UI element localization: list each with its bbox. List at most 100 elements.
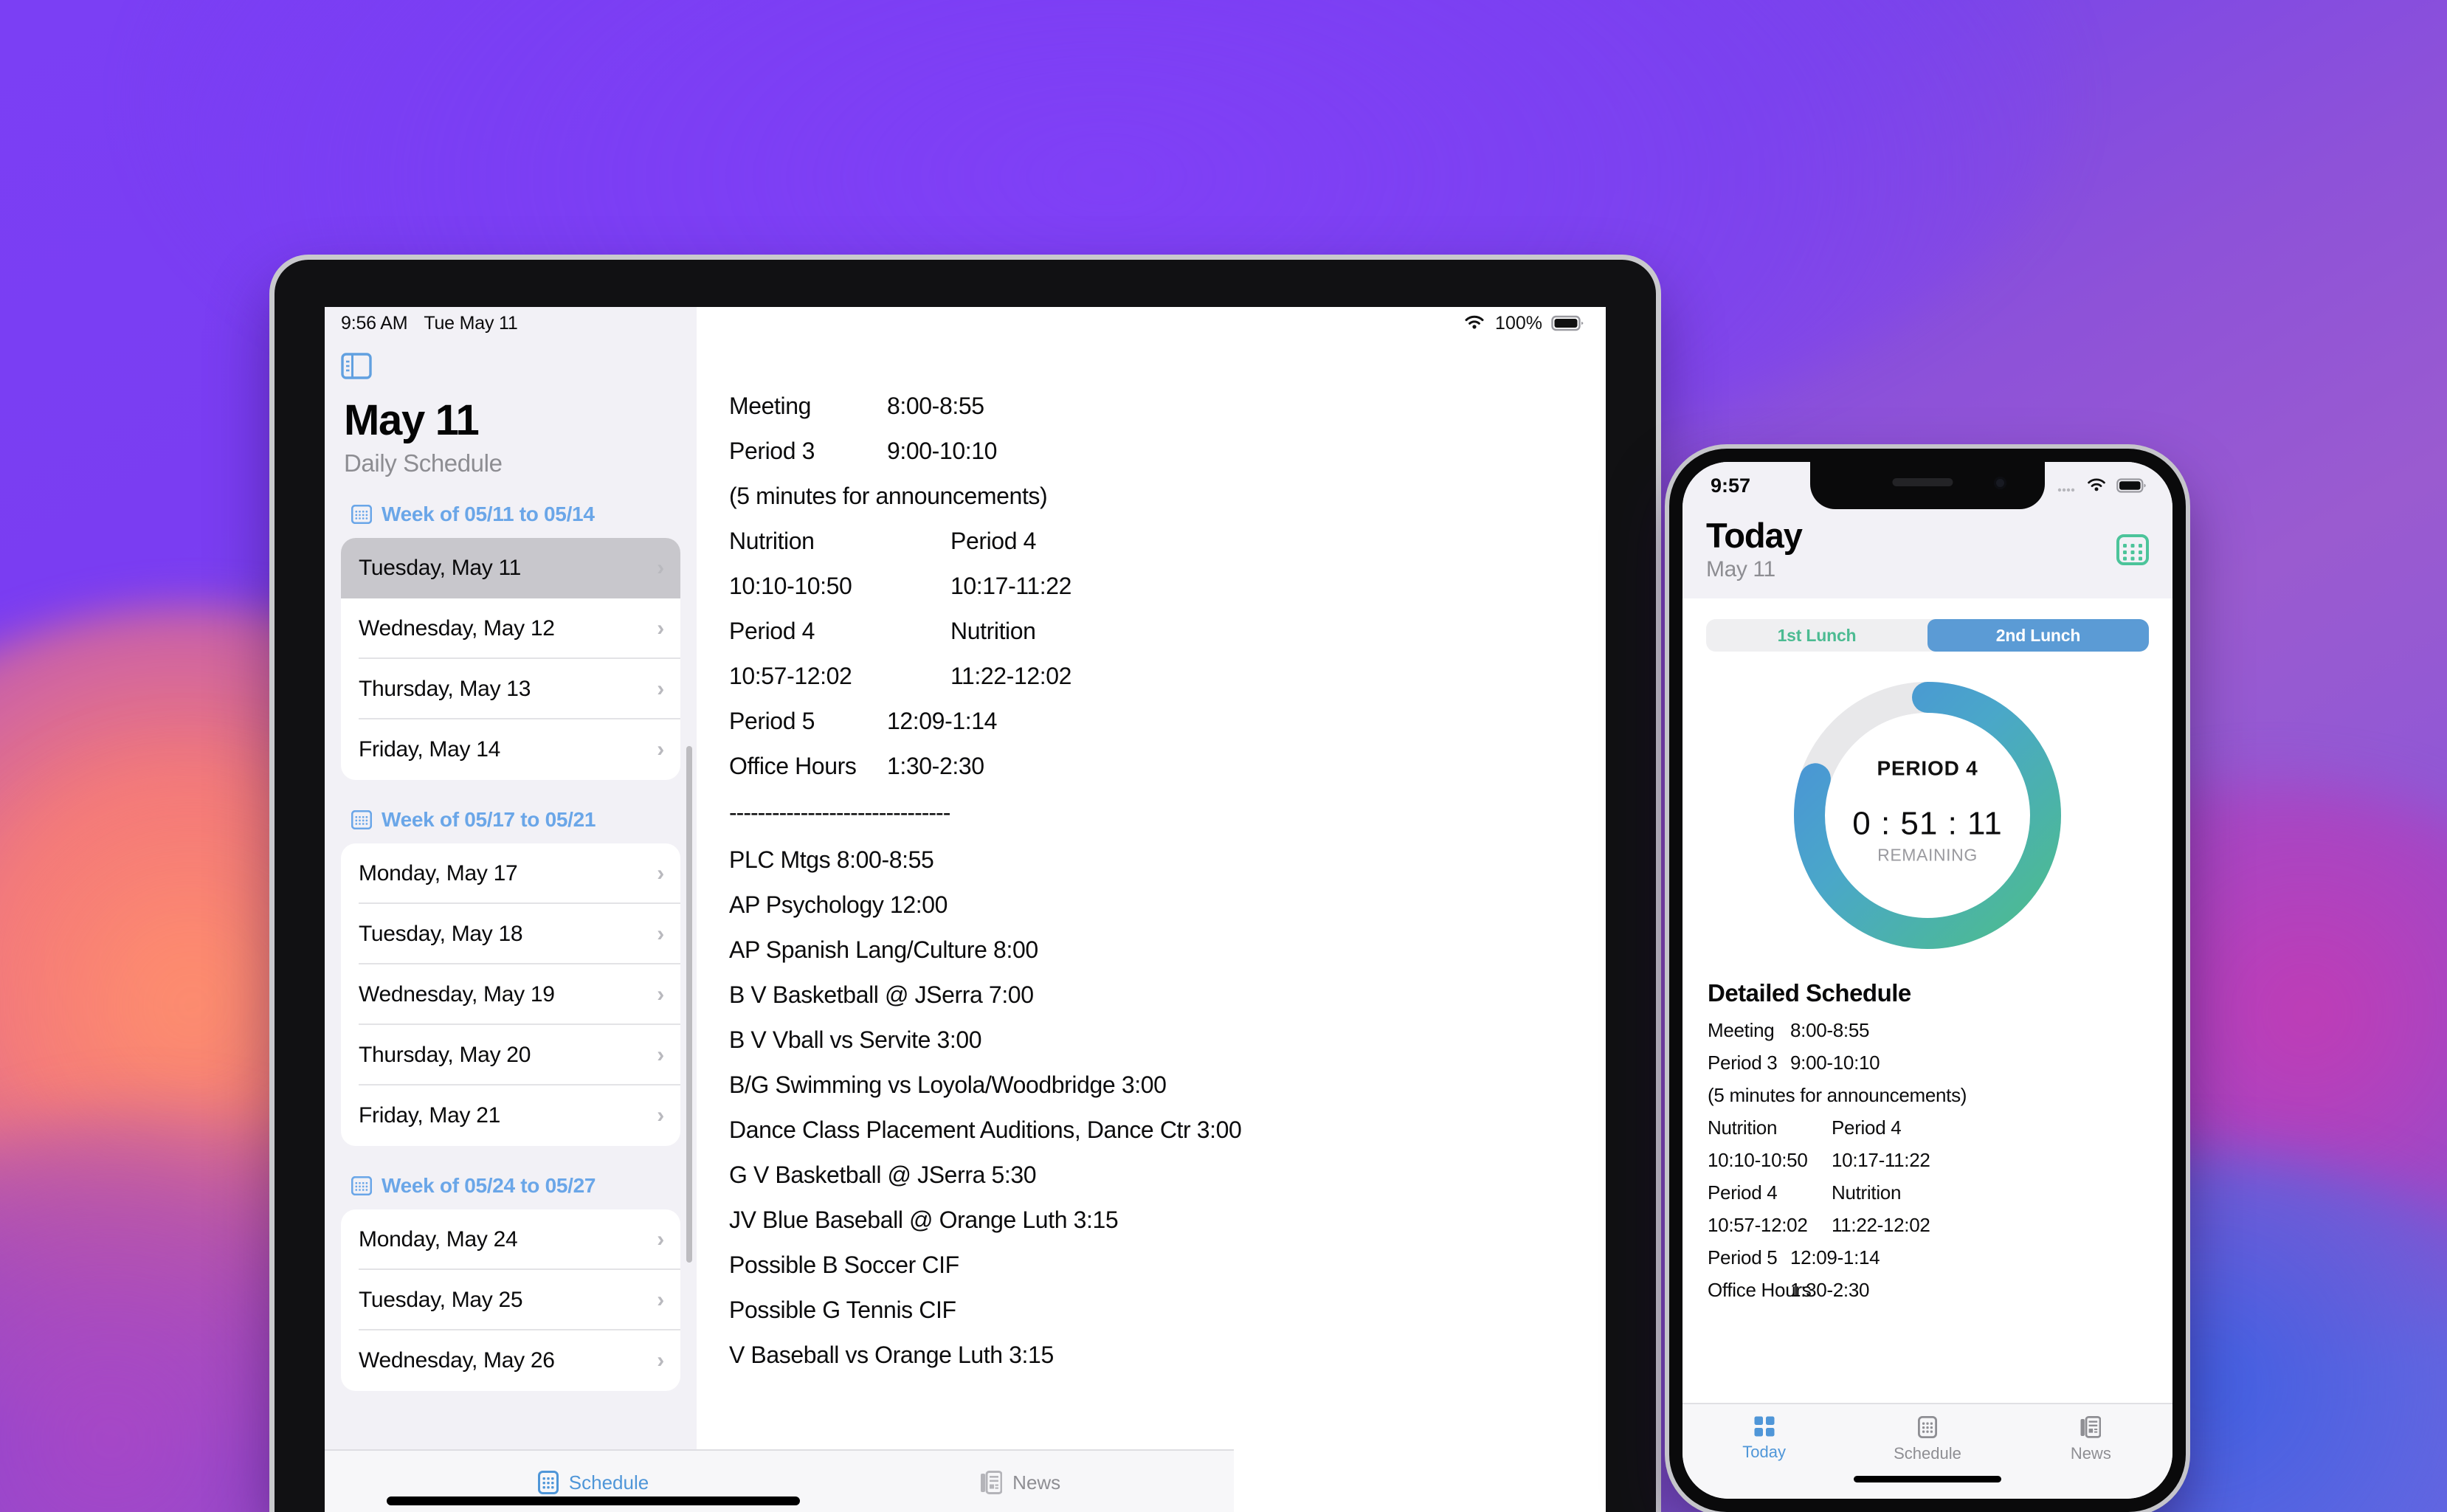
tab-news[interactable]: News [807, 1471, 1234, 1494]
iphone-tab-news-label: News [2070, 1444, 2111, 1463]
schedule-row: Meeting 8:00-8:55 [1708, 1021, 2147, 1040]
segment-1st-lunch[interactable]: 1st Lunch [1706, 619, 1927, 652]
schedule-row-right: 1:30-2:30 [887, 753, 984, 779]
event-line: JV Blue Baseball @ Orange Luth 3:15 [729, 1207, 1119, 1233]
schedule-row-right: Period 4 [1832, 1116, 1902, 1139]
tab-news-label: News [1012, 1471, 1061, 1494]
schedule-row: 10:10-10:50 10:17-11:22 [729, 574, 1606, 598]
iphone-status-time: 9:57 [1711, 474, 1751, 497]
ipad-status-date: Tue May 11 [424, 312, 518, 334]
day-row[interactable]: Tuesday, May 25 › [341, 1270, 680, 1330]
week-group-header: Week of 05/11 to 05/14 [351, 503, 680, 526]
schedule-row-right: 11:22-12:02 [1832, 1214, 1930, 1236]
schedule-row-left: Period 4 [729, 618, 815, 644]
day-row[interactable]: Thursday, May 20 › [341, 1025, 680, 1085]
schedule-row-left: Office Hours [729, 753, 857, 779]
schedule-row-left: Meeting [1708, 1019, 1775, 1041]
iphone-screen: 9:57 Today May 11 1st Lunch 2nd Lunch PE… [1682, 462, 2172, 1499]
schedule-divider: ------------------------------- [729, 799, 950, 826]
day-row[interactable]: Wednesday, May 19 › [341, 964, 680, 1025]
schedule-note: (5 minutes for announcements) [1708, 1084, 1967, 1106]
day-row[interactable]: Tuesday, May 18 › [341, 904, 680, 964]
schedule-row-right: 9:00-10:10 [1790, 1052, 1880, 1074]
schedule-row-right: 11:22-12:02 [950, 663, 1072, 689]
event-line: Possible G Tennis CIF [729, 1297, 956, 1323]
week-group-header: Week of 05/24 to 05/27 [351, 1174, 680, 1198]
schedule-row-left: 10:10-10:50 [1708, 1149, 1808, 1171]
schedule-row-left: Period 5 [729, 708, 815, 734]
calendar-icon [351, 505, 372, 524]
schedule-row: Period 5 12:09-1:14 [1708, 1248, 2147, 1267]
iphone-tab-schedule[interactable]: Schedule [1846, 1416, 2009, 1463]
grid-icon [1754, 1416, 1775, 1437]
iphone-tab-today[interactable]: Today [1682, 1416, 1846, 1462]
schedule-row: Period 3 9:00-10:10 [729, 439, 1606, 463]
day-row[interactable]: Friday, May 14 › [341, 719, 680, 780]
ipad-battery-percent: 100% [1495, 312, 1542, 334]
front-camera [1994, 477, 2006, 489]
event-line: B/G Swimming vs Loyola/Woodbridge 3:00 [729, 1071, 1167, 1098]
schedule-row: Period 4 Nutrition [1708, 1183, 2147, 1202]
schedule-row-left: 10:57-12:02 [1708, 1214, 1808, 1236]
calendar-icon [351, 1176, 372, 1195]
schedule-row-right: 12:09-1:14 [887, 708, 998, 734]
chevron-right-icon: › [657, 1227, 664, 1252]
iphone-tab-news[interactable]: News [2009, 1416, 2172, 1463]
schedule-row: Period 3 9:00-10:10 [1708, 1053, 2147, 1072]
ipad-tab-bar: Today Sche [325, 1449, 1234, 1512]
day-list-card: Monday, May 17 › Tuesday, May 18 › Wednesday… [341, 843, 680, 1146]
schedule-row: Nutrition Period 4 [1708, 1118, 2147, 1137]
lunch-segmented-control[interactable]: 1st Lunch 2nd Lunch [1706, 619, 2149, 652]
schedule-row-right: 12:09-1:14 [1790, 1246, 1880, 1268]
period-countdown-ring: PERIOD 4 0 : 51 : 11 REMAINING [1682, 652, 2172, 966]
event-line: AP Spanish Lang/Culture 8:00 [729, 936, 1038, 963]
schedule-row-left: Office Hours [1708, 1279, 1812, 1301]
chevron-right-icon: › [657, 1348, 664, 1373]
schedule-row: Office Hours 1:30-2:30 [1708, 1280, 2147, 1299]
day-row[interactable]: Monday, May 24 › [341, 1209, 680, 1270]
day-row[interactable]: Tuesday, May 11 › [341, 538, 680, 598]
calendar-icon [2116, 534, 2149, 565]
schedule-row-right: 10:17-11:22 [1832, 1149, 1930, 1171]
chevron-right-icon: › [657, 677, 664, 701]
iphone-page-subtitle: May 11 [1706, 557, 1775, 581]
ipad-sidebar: 9:56 AM Tue May 11 May 11 Daily Schedule [325, 307, 697, 1512]
page-subtitle: Daily Schedule [344, 449, 503, 477]
segment-2nd-lunch[interactable]: 2nd Lunch [1927, 619, 2149, 652]
sidebar-scrollbar-thumb[interactable] [686, 746, 692, 1263]
sidebar-scroll-area[interactable]: Week of 05/11 to 05/14 Tuesday, May 11 › We… [325, 503, 697, 1512]
event-line: AP Psychology 12:00 [729, 891, 948, 918]
day-row-label: Friday, May 21 [359, 1103, 500, 1128]
calendar-button[interactable] [2116, 534, 2149, 565]
week-group-header: Week of 05/17 to 05/21 [351, 808, 680, 832]
schedule-row-right: 8:00-8:55 [887, 393, 984, 419]
detailed-schedule-heading: Detailed Schedule [1708, 979, 1911, 1007]
newspaper-icon [2080, 1416, 2102, 1438]
chevron-right-icon: › [657, 922, 664, 946]
schedule-row-right: 10:17-11:22 [950, 573, 1072, 599]
ipad-detail-pane: 100% Meeting 8:00-8:55 Period 3 9:00-10:10 (… [697, 307, 1606, 1512]
day-list-card: Tuesday, May 11 › Wednesday, May 12 › Thursd… [341, 538, 680, 780]
cellular-icon [2057, 488, 2075, 492]
schedule-row-left: Period 3 [1708, 1052, 1778, 1074]
day-row[interactable]: Wednesday, May 12 › [341, 598, 680, 659]
iphone-status-right [2057, 477, 2146, 494]
event-line: B V Vball vs Servite 3:00 [729, 1026, 982, 1053]
day-row[interactable]: Monday, May 17 › [341, 843, 680, 904]
day-row-label: Wednesday, May 26 [359, 1348, 555, 1373]
schedule-row-left: Period 4 [1708, 1181, 1778, 1204]
time-remaining-value: 0 : 51 : 11 [1852, 805, 2003, 842]
tab-schedule[interactable]: Schedule [380, 1471, 807, 1494]
ipad-status-bar: 9:56 AM Tue May 11 [325, 307, 697, 339]
day-row[interactable]: Friday, May 21 › [341, 1085, 680, 1146]
tab-today[interactable]: Today [325, 1471, 380, 1494]
day-row[interactable]: Thursday, May 13 › [341, 659, 680, 719]
battery-icon [2116, 478, 2146, 493]
sidebar-scrollbar[interactable] [686, 503, 692, 1512]
event-line: PLC Mtgs 8:00-8:55 [729, 846, 934, 873]
sidebar-toggle-icon[interactable] [341, 353, 372, 379]
schedule-row-right: 8:00-8:55 [1790, 1019, 1870, 1041]
iphone-detailed-schedule: Detailed Schedule Meeting 8:00-8:55 Period… [1682, 966, 2172, 1299]
schedule-row-right: 1:30-2:30 [1790, 1279, 1870, 1301]
day-row[interactable]: Wednesday, May 26 › [341, 1330, 680, 1391]
